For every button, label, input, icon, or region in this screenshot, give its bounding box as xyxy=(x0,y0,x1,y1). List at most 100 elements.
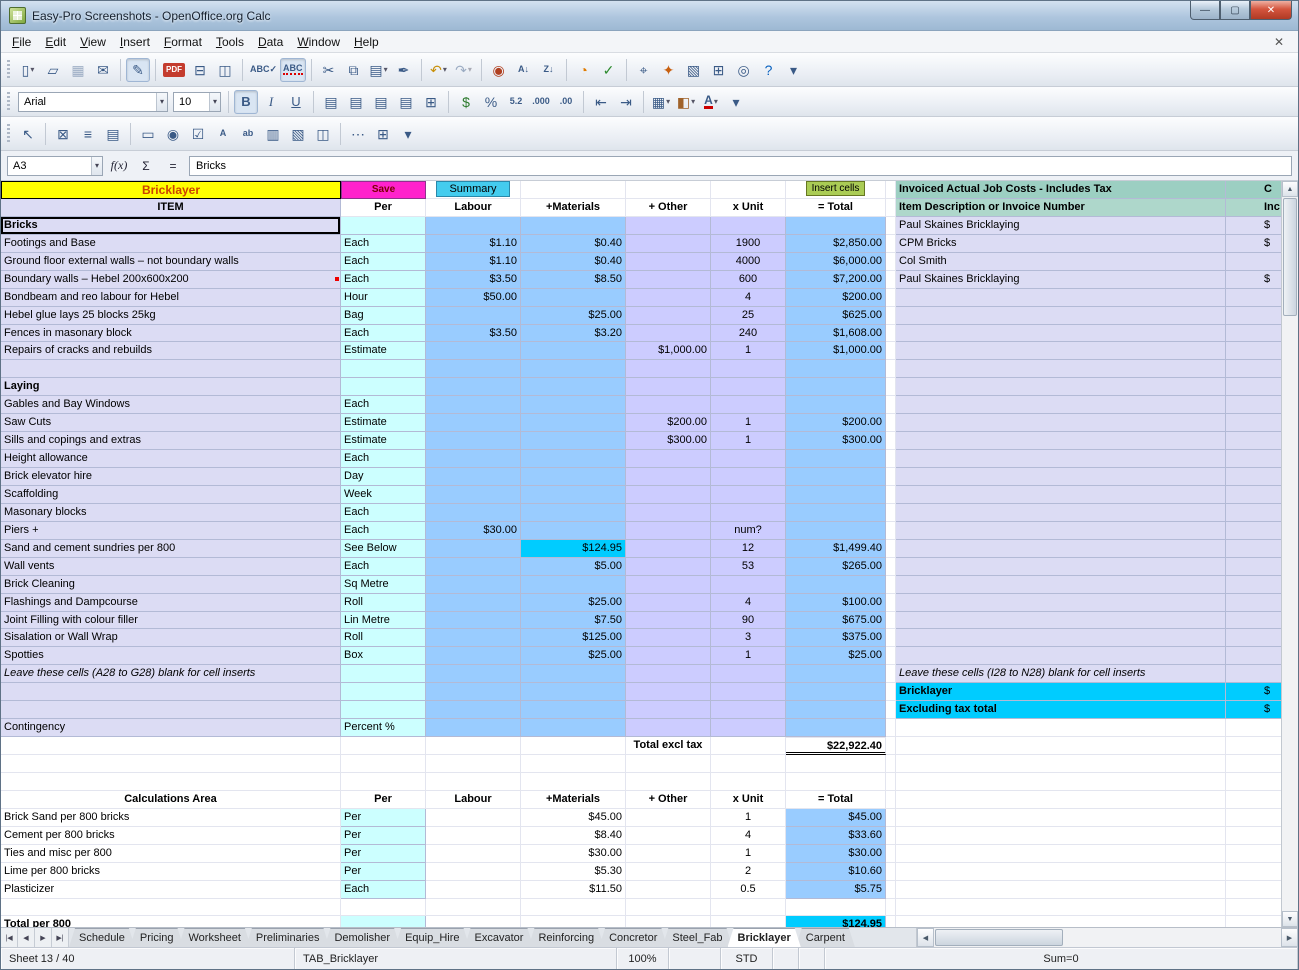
calc-cell-other[interactable] xyxy=(626,881,711,899)
cell[interactable] xyxy=(896,845,1226,863)
cell[interactable] xyxy=(711,773,786,791)
cell-per[interactable]: Bag xyxy=(341,307,426,325)
calc-cell-materials[interactable]: $5.30 xyxy=(521,863,626,881)
export-pdf-icon[interactable]: PDF xyxy=(161,58,187,82)
format-currency-icon[interactable]: $ xyxy=(454,90,478,114)
cell-invoice-partial[interactable] xyxy=(1226,378,1283,396)
cell[interactable] xyxy=(426,916,521,927)
horizontal-scrollbar-thumb[interactable] xyxy=(935,929,1063,946)
cell-other[interactable] xyxy=(626,468,711,486)
cell[interactable] xyxy=(521,737,626,755)
calc-total-value[interactable]: $124.95 xyxy=(786,916,886,927)
cell[interactable] xyxy=(1,773,341,791)
cell-materials[interactable] xyxy=(521,378,626,396)
cell[interactable] xyxy=(1226,737,1283,755)
cell-materials[interactable] xyxy=(521,665,626,683)
cell-unit[interactable]: 240 xyxy=(711,325,786,343)
tab-preliminaries[interactable]: Preliminaries xyxy=(246,928,330,947)
cell-per[interactable] xyxy=(341,378,426,396)
cell-total[interactable]: $1,499.40 xyxy=(786,540,886,558)
design-mode-icon[interactable]: ⊠ xyxy=(51,122,75,146)
cell-unit[interactable] xyxy=(711,360,786,378)
hyperlink-icon[interactable]: ◉ xyxy=(487,58,511,82)
cell[interactable] xyxy=(886,576,896,594)
cell[interactable] xyxy=(626,773,711,791)
cell-per[interactable]: Each xyxy=(341,271,426,289)
cell-invoice-partial[interactable] xyxy=(1226,325,1283,343)
calc-cell-total[interactable]: $5.75 xyxy=(786,881,886,899)
calc-column-header[interactable]: Per xyxy=(341,791,426,809)
cell-labour[interactable] xyxy=(426,396,521,414)
menu-insert[interactable]: Insert xyxy=(113,33,157,51)
cell[interactable] xyxy=(896,899,1226,917)
insert-chart-icon[interactable]: ◔ xyxy=(572,58,596,82)
cell[interactable] xyxy=(896,809,1226,827)
cell-unit[interactable]: 53 xyxy=(711,558,786,576)
cell-per[interactable]: Each xyxy=(341,325,426,343)
cell-invoice[interactable]: Paul Skaines Bricklaying xyxy=(896,271,1226,289)
cell-total[interactable] xyxy=(786,701,886,719)
cell-other[interactable] xyxy=(626,486,711,504)
cell-invoice-partial[interactable] xyxy=(1226,432,1283,450)
cell[interactable] xyxy=(521,755,626,773)
cell-labour[interactable]: $1.10 xyxy=(426,235,521,253)
cell-labour[interactable] xyxy=(426,719,521,737)
cell[interactable] xyxy=(886,863,896,881)
cell-item[interactable]: Piers + xyxy=(1,522,341,540)
column-header[interactable]: + Other xyxy=(626,199,711,217)
cell-per[interactable] xyxy=(341,701,426,719)
clone-formatting-icon[interactable]: ✒ xyxy=(392,58,416,82)
chevron-down-icon[interactable]: ▾ xyxy=(156,93,167,111)
cell-item[interactable]: Ground floor external walls – not bounda… xyxy=(1,253,341,271)
cell-invoice-partial[interactable]: $ xyxy=(1226,701,1283,719)
cell-labour[interactable]: $30.00 xyxy=(426,522,521,540)
cell[interactable] xyxy=(896,791,1226,809)
cell[interactable] xyxy=(1226,755,1283,773)
cell[interactable] xyxy=(1226,899,1283,917)
vertical-scrollbar[interactable]: ▲ ▼ xyxy=(1281,181,1298,927)
cell-invoice[interactable] xyxy=(896,647,1226,665)
cell-per[interactable]: Day xyxy=(341,468,426,486)
cell-invoice[interactable] xyxy=(896,558,1226,576)
bold-icon[interactable]: B xyxy=(234,90,258,114)
cell[interactable] xyxy=(886,289,896,307)
cell-item[interactable]: Flashings and Dampcourse xyxy=(1,594,341,612)
cell-per[interactable]: Each xyxy=(341,450,426,468)
calc-cell-total[interactable]: $30.00 xyxy=(786,845,886,863)
cell-total[interactable]: $675.00 xyxy=(786,612,886,630)
cell-item[interactable]: Sills and copings and extras xyxy=(1,432,341,450)
horizontal-scrollbar-track[interactable] xyxy=(1064,928,1281,947)
cell-other[interactable] xyxy=(626,307,711,325)
cell-labour[interactable] xyxy=(426,612,521,630)
cell[interactable] xyxy=(886,396,896,414)
cell-item[interactable]: Boundary walls – Hebel 200x600x200 xyxy=(1,271,341,289)
calc-cell-per[interactable]: Per xyxy=(341,809,426,827)
cell-per[interactable]: Week xyxy=(341,486,426,504)
tab-demolisher[interactable]: Demolisher xyxy=(324,928,400,947)
cell-labour[interactable] xyxy=(426,504,521,522)
cell[interactable] xyxy=(886,612,896,630)
cell[interactable] xyxy=(886,845,896,863)
cell-per[interactable]: Each xyxy=(341,504,426,522)
cell[interactable] xyxy=(886,719,896,737)
cell-invoice-partial[interactable] xyxy=(1226,594,1283,612)
cell[interactable] xyxy=(626,916,711,927)
column-header[interactable]: ITEM xyxy=(1,199,341,217)
invoiced-header-partial-cell[interactable]: C xyxy=(1226,181,1283,199)
sort-descending-icon[interactable]: Z↓ xyxy=(537,58,561,82)
cell-item[interactable]: Hebel glue lays 25 blocks 25kg xyxy=(1,307,341,325)
underline-icon[interactable]: U xyxy=(284,90,308,114)
cell-labour[interactable] xyxy=(426,307,521,325)
cell-unit[interactable] xyxy=(711,217,786,235)
cell-materials[interactable] xyxy=(521,342,626,360)
cell[interactable] xyxy=(896,916,1226,927)
cell-materials[interactable]: $25.00 xyxy=(521,594,626,612)
cell-total[interactable] xyxy=(786,450,886,468)
check-box-icon[interactable]: ☑ xyxy=(186,122,210,146)
calc-cell-labour[interactable] xyxy=(426,827,521,845)
cell[interactable] xyxy=(341,755,426,773)
cell-per[interactable]: Roll xyxy=(341,629,426,647)
cell[interactable] xyxy=(896,827,1226,845)
maximize-button[interactable]: ▢ xyxy=(1220,1,1250,20)
cell-invoice[interactable] xyxy=(896,360,1226,378)
